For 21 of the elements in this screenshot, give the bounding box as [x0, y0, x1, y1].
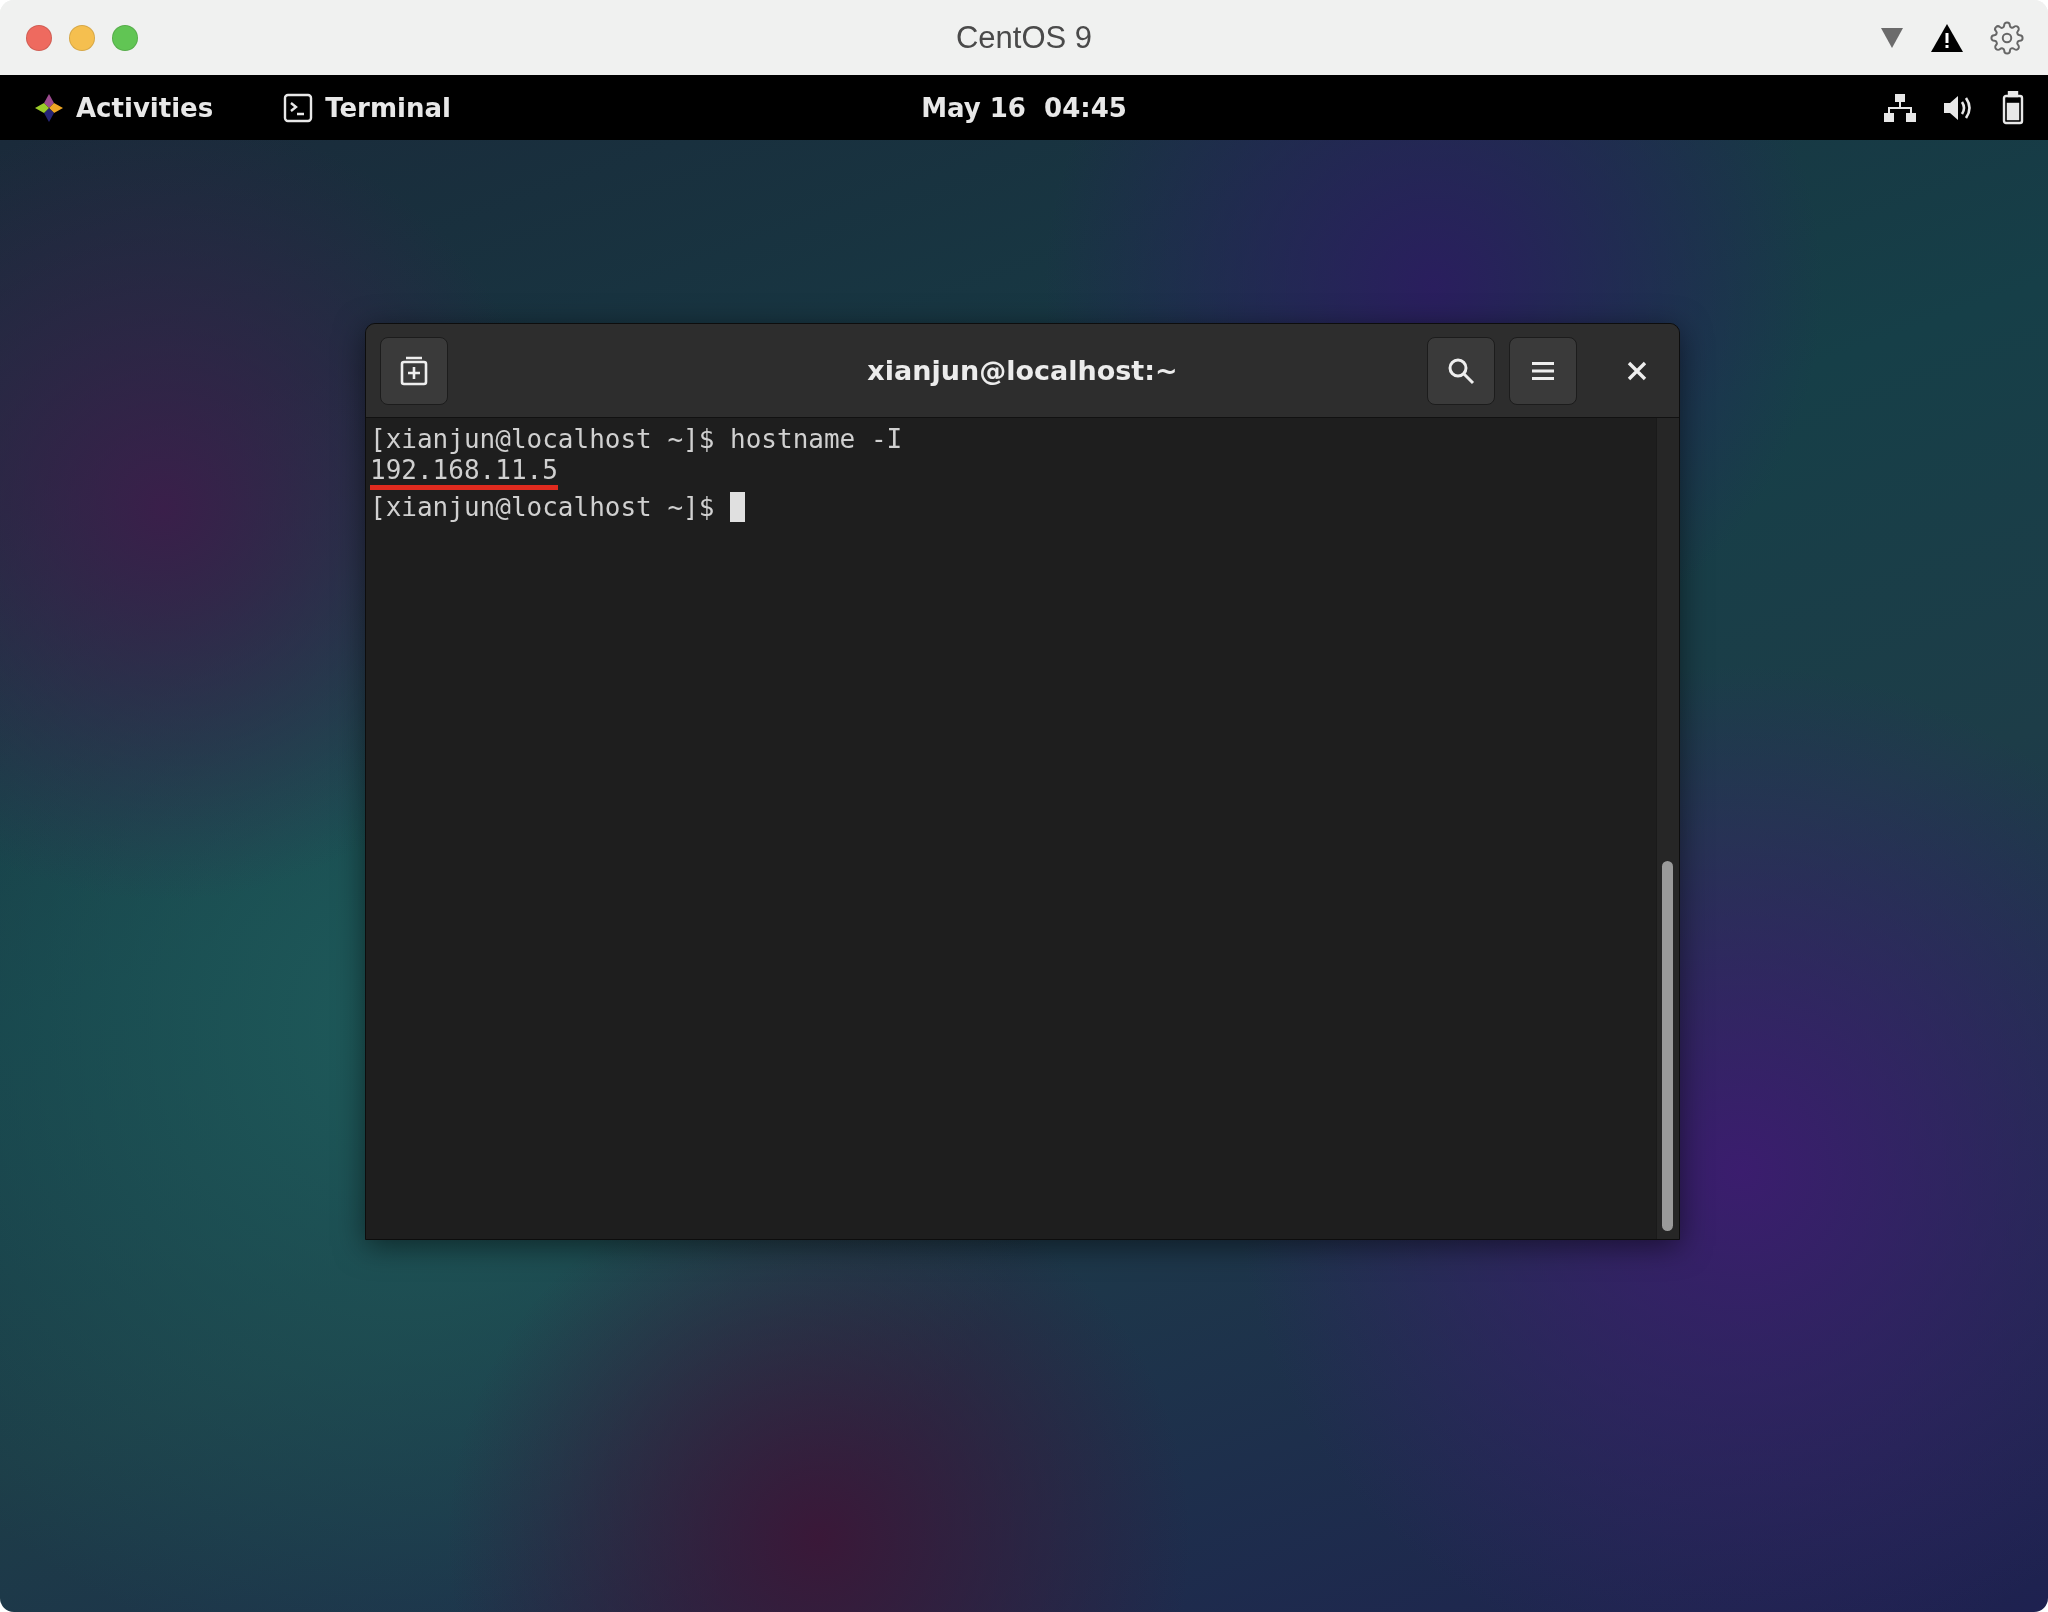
new-tab-icon: [398, 354, 430, 387]
menu-button[interactable]: [1509, 336, 1577, 405]
search-button[interactable]: [1427, 336, 1495, 405]
battery-icon[interactable]: [2002, 90, 2024, 125]
terminal-line: [xianjun@localhost ~]$ hostname -I: [370, 423, 903, 456]
terminal-line: 192.168.11.5: [370, 456, 558, 490]
app-menu-button[interactable]: Terminal: [325, 92, 451, 123]
close-icon: [1626, 359, 1648, 382]
terminal-title: xianjun@localhost:~: [867, 355, 1178, 386]
triangle-down-icon[interactable]: [1880, 26, 1904, 49]
scrollbar-thumb[interactable]: [1662, 861, 1673, 1231]
new-tab-button[interactable]: [380, 336, 448, 405]
terminal-icon: [283, 92, 314, 123]
activities-button[interactable]: Activities: [76, 92, 214, 123]
logo-icon: [34, 92, 64, 123]
window-title: CentOS 9: [955, 19, 1093, 56]
clock[interactable]: May 16 04:45: [921, 92, 1127, 123]
terminal-line: [xianjun@localhost ~]$: [370, 491, 716, 524]
warning-icon[interactable]: [1930, 22, 1964, 53]
settings-icon[interactable]: [1990, 20, 2024, 55]
network-icon[interactable]: [1884, 92, 1916, 123]
